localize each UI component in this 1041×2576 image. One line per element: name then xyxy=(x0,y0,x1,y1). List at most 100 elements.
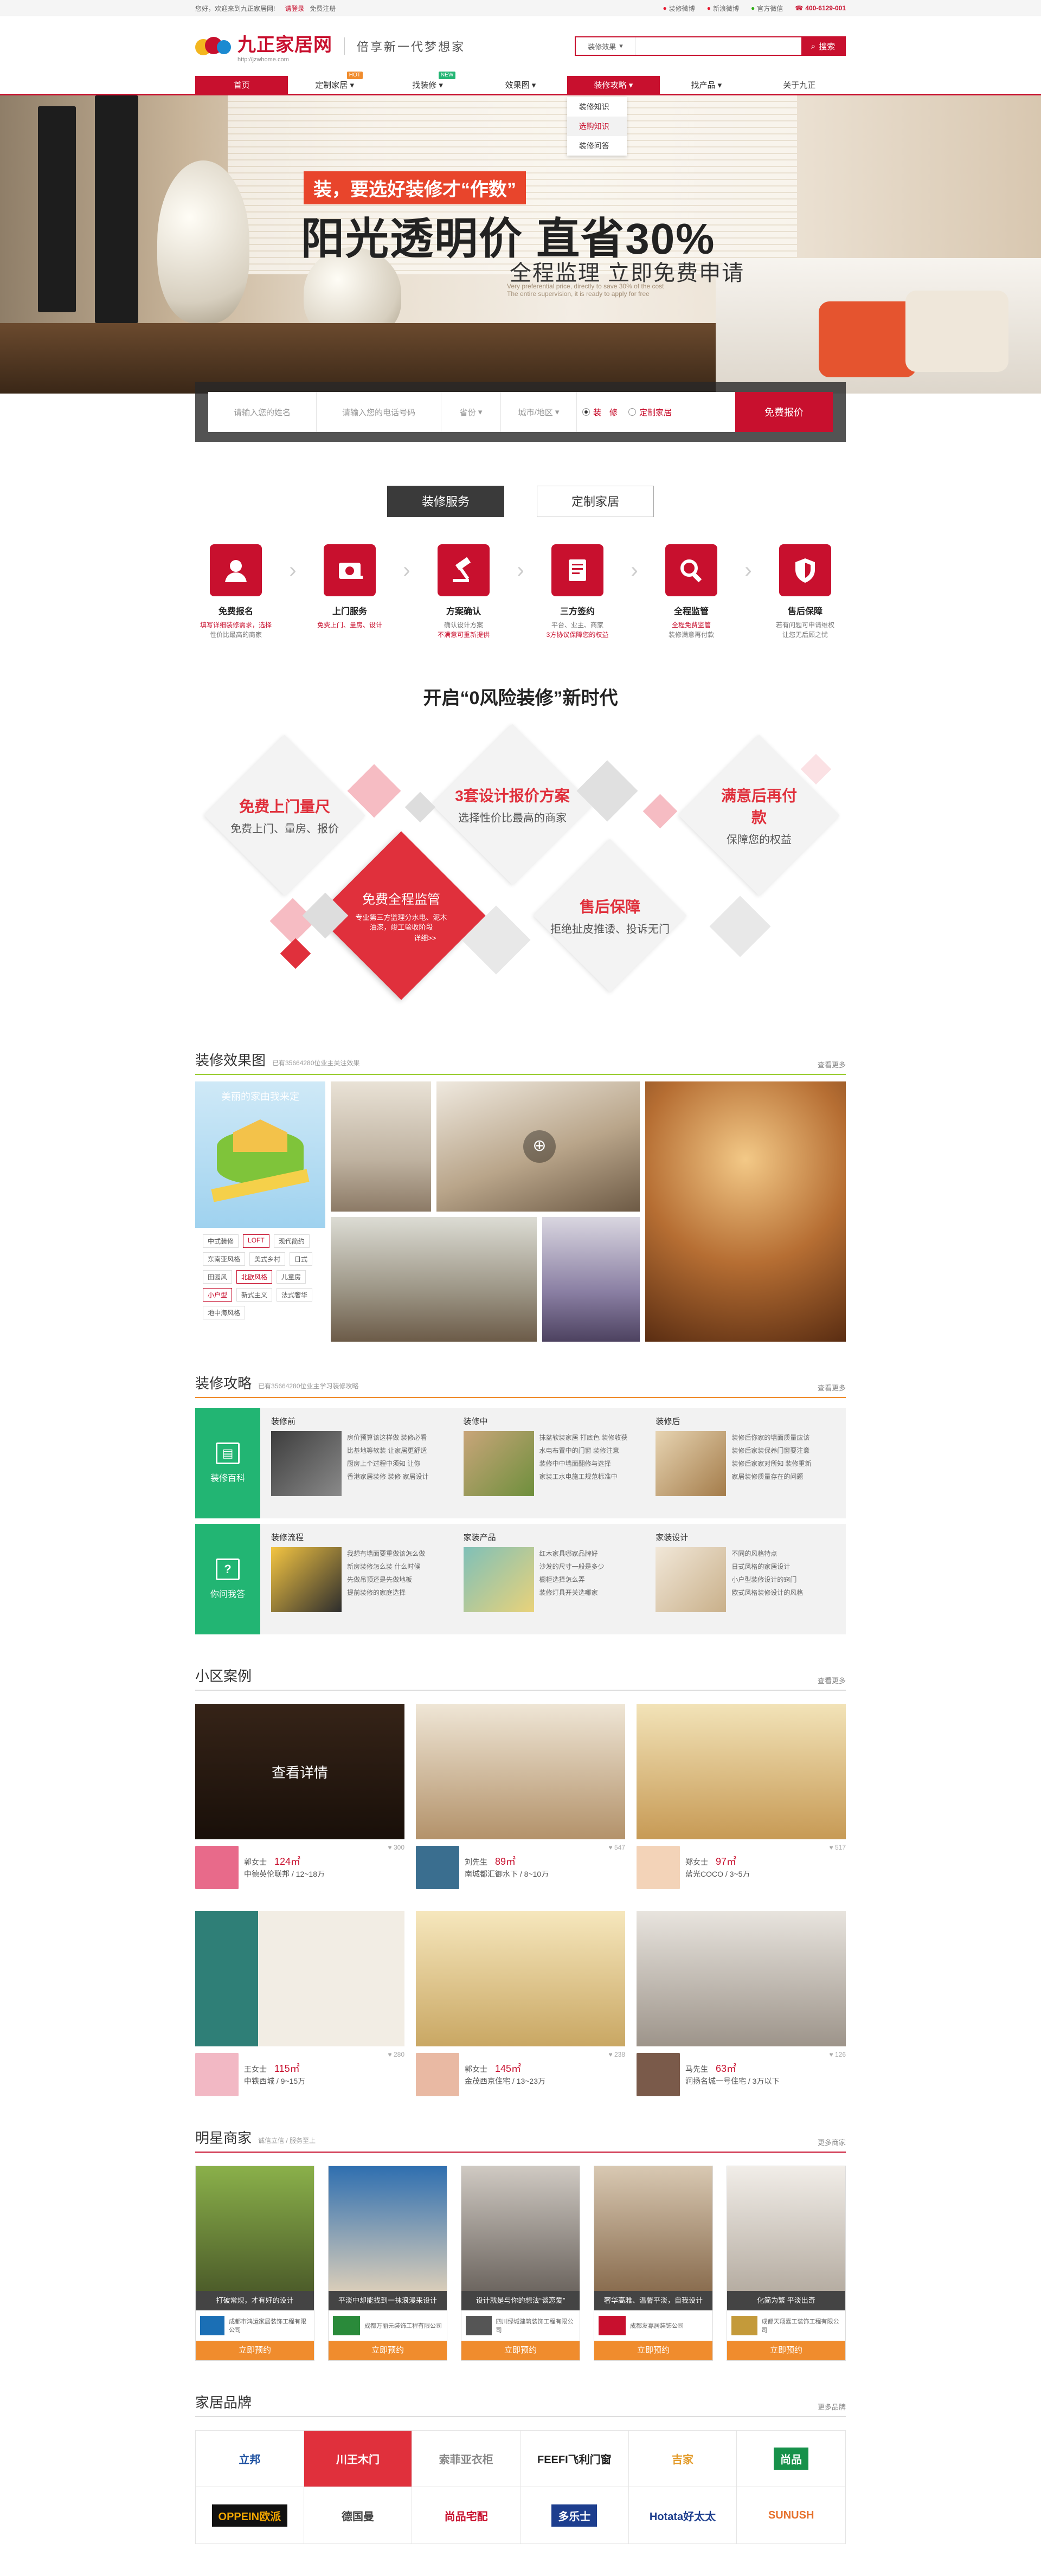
book-now-button[interactable]: 立即预约 xyxy=(461,2341,580,2360)
book-now-button[interactable]: 立即预约 xyxy=(594,2341,712,2360)
guide-article-link[interactable]: 提前装修的家庭选择 xyxy=(347,1586,425,1599)
guide-article-link[interactable]: 红木家具哪家品牌好 xyxy=(539,1547,605,1560)
detail-link[interactable]: 详细>> xyxy=(355,932,447,943)
guide-article-link[interactable]: 厨房上个过程中须知 让你 xyxy=(347,1457,429,1470)
guide-side-tab[interactable]: ▤ 装修百科 xyxy=(195,1408,260,1518)
zoom-icon[interactable]: ⊕ xyxy=(523,1130,556,1163)
guide-article-link[interactable]: 家居装修质量存在的问题 xyxy=(731,1470,811,1483)
brand-logo[interactable]: 尚品宅配 xyxy=(412,2487,520,2543)
merchant-photo[interactable] xyxy=(329,2166,447,2291)
guide-more-link[interactable]: 查看更多 xyxy=(818,1382,846,1393)
guide-column-title[interactable]: 装修流程 xyxy=(271,1531,456,1543)
case-photo[interactable] xyxy=(637,1911,846,2046)
style-tag[interactable]: LOFT xyxy=(243,1234,269,1248)
brand-logo[interactable]: SUNUSH xyxy=(737,2487,845,2543)
guide-article-link[interactable]: 新房装修怎么装 什么时候 xyxy=(347,1560,425,1573)
merchant-photo[interactable] xyxy=(594,2166,712,2291)
radio-decor[interactable]: 装 修 xyxy=(577,407,623,418)
like-count[interactable]: ♥ 517 xyxy=(830,1844,846,1851)
guide-column-title[interactable]: 装修前 xyxy=(271,1415,456,1427)
guide-column-title[interactable]: 家装产品 xyxy=(464,1531,648,1543)
style-tag[interactable]: 东南亚风格 xyxy=(203,1252,246,1266)
like-count[interactable]: ♥ 238 xyxy=(609,2051,625,2058)
merchant-card[interactable]: 打破常规，才有好的设计 成都市鸿运家居装饰工程有限公司 立即预约 xyxy=(195,2166,314,2361)
case-card[interactable]: 马先生 63㎡ 润扬名城一号住宅 / 3万以下 ♥ 126 xyxy=(637,1911,846,2096)
effect-more-link[interactable]: 查看更多 xyxy=(818,1059,846,1070)
guide-article-link[interactable]: 装修后家装保养门窗要注意 xyxy=(731,1444,811,1457)
brand-logo[interactable]: 立邦 xyxy=(196,2431,304,2487)
brand-logo[interactable]: 多乐士 xyxy=(520,2487,629,2543)
nav-products[interactable]: 找产品 ▾ xyxy=(660,76,753,95)
style-tag[interactable]: 小户型 xyxy=(203,1288,233,1302)
guide-article-link[interactable]: 不同的风格特点 xyxy=(731,1547,803,1560)
nav-guide[interactable]: 装修攻略 ▾ 装修知识 选购知识 装修问答 xyxy=(567,76,660,156)
case-photo[interactable] xyxy=(195,1911,404,2046)
brand-logo[interactable]: 德国曼 xyxy=(304,2487,413,2543)
effect-cover-image[interactable]: 美丽的家由我来定 xyxy=(195,1081,325,1228)
style-tag[interactable]: 田园风 xyxy=(203,1270,233,1284)
register-link[interactable]: 免费注册 xyxy=(310,4,336,13)
effect-photo[interactable] xyxy=(645,1081,846,1342)
effect-photo[interactable]: ⊕ xyxy=(436,1081,640,1212)
dropdown-item-qa[interactable]: 装修问答 xyxy=(567,136,627,156)
guide-thumbnail[interactable] xyxy=(463,1431,534,1496)
search-input[interactable] xyxy=(635,37,801,55)
guide-article-link[interactable]: 装修后家家对所知 装修重新 xyxy=(731,1457,811,1470)
nav-home[interactable]: 首页 xyxy=(195,76,288,95)
case-card[interactable]: 郑女士 97㎡ 蓝光COCO / 3~5万 ♥ 517 xyxy=(637,1704,846,1889)
brand-logo[interactable]: Hotata好太太 xyxy=(629,2487,737,2543)
style-tag[interactable]: 日式 xyxy=(290,1252,313,1266)
guide-article-link[interactable]: 先做吊顶还是先做地板 xyxy=(347,1573,425,1586)
style-tag[interactable]: 地中海风格 xyxy=(203,1306,246,1319)
brand-logo[interactable]: 川王木门 xyxy=(304,2431,413,2487)
merchant-card[interactable]: 设计就是与你的想法“谈恋爱” 四川绿城建筑装饰工程有限公司 立即预约 xyxy=(461,2166,580,2361)
hero-banner[interactable]: 装，要选好装修才“作数” 阳光透明价 直省30% 全程监理 立即免费申请 Ver… xyxy=(0,95,1041,394)
like-count[interactable]: ♥ 280 xyxy=(388,2051,404,2058)
case-photo[interactable] xyxy=(416,1704,625,1839)
style-tag[interactable]: 中式装修 xyxy=(203,1234,239,1248)
style-tag[interactable]: 新式主义 xyxy=(236,1288,273,1302)
brands-more-link[interactable]: 更多品牌 xyxy=(818,2401,846,2412)
book-now-button[interactable]: 立即预约 xyxy=(196,2341,314,2360)
province-select[interactable]: 省份 ▾ xyxy=(441,392,501,432)
merchant-photo[interactable] xyxy=(727,2166,845,2291)
weibo-link[interactable]: ● 装修微博 xyxy=(663,4,695,13)
merchants-more-link[interactable]: 更多商家 xyxy=(818,2137,846,2147)
guide-article-link[interactable]: 我想有墙面要重做该怎么做 xyxy=(347,1547,425,1560)
search-category-select[interactable]: 装修效果 ▾ xyxy=(576,37,635,55)
name-input[interactable]: 请输入您的姓名 xyxy=(208,392,317,432)
guide-article-link[interactable]: 抹盆软装家居 打底色 装修收获 xyxy=(539,1431,628,1444)
merchant-card[interactable]: 奢华高雅、温馨平淡，自我设计 成都友嘉居装饰公司 立即预约 xyxy=(594,2166,713,2361)
guide-article-link[interactable]: 家装工水电施工规范标准中 xyxy=(539,1470,628,1483)
guide-article-link[interactable]: 水电布置中的门窗 装修注意 xyxy=(539,1444,628,1457)
nav-effect[interactable]: 效果图 ▾ xyxy=(474,76,567,95)
brand-logo[interactable]: 吉家 xyxy=(628,2431,737,2487)
guide-column-title[interactable]: 装修后 xyxy=(656,1415,840,1427)
guide-thumbnail[interactable] xyxy=(463,1547,534,1612)
case-photo[interactable]: 查看详情 xyxy=(195,1704,404,1839)
sina-link[interactable]: ● 新浪微博 xyxy=(707,4,739,13)
guide-article-link[interactable]: 比基地等软装 让家居更舒适 xyxy=(347,1444,429,1457)
merchant-photo[interactable] xyxy=(461,2166,580,2291)
brand-logo[interactable]: OPPEIN欧派 xyxy=(196,2487,304,2543)
guide-thumbnail[interactable] xyxy=(656,1431,727,1496)
like-count[interactable]: ♥ 300 xyxy=(388,1844,404,1851)
wechat-link[interactable]: ● 官方微信 xyxy=(751,4,783,13)
nav-find-decor[interactable]: 找装修 ▾ NEW xyxy=(381,72,474,95)
guide-column-title[interactable]: 装修中 xyxy=(464,1415,648,1427)
brand-logo[interactable]: 尚品 xyxy=(737,2431,845,2487)
guide-article-link[interactable]: 小户型装修设计的窍门 xyxy=(731,1573,803,1586)
effect-photo[interactable] xyxy=(331,1081,431,1212)
guide-thumbnail[interactable] xyxy=(271,1547,342,1612)
guide-article-link[interactable]: 欧式风格装修设计的风格 xyxy=(731,1586,803,1599)
radio-custom[interactable]: 定制家居 xyxy=(623,407,677,418)
style-tag[interactable]: 北欧风格 xyxy=(236,1270,273,1284)
case-card[interactable]: 查看详情 郭女士 124㎡ 中德英伦联邦 / 12~18万 ♥ 300 xyxy=(195,1704,404,1889)
case-card[interactable]: 郭女士 145㎡ 金茂西京住宅 / 13~23万 ♥ 238 xyxy=(416,1911,625,2096)
style-tag[interactable]: 现代简约 xyxy=(273,1234,310,1248)
like-count[interactable]: ♥ 547 xyxy=(609,1844,625,1851)
view-detail-overlay[interactable]: 查看详情 xyxy=(195,1704,404,1839)
free-quote-button[interactable]: 免费报价 xyxy=(735,392,833,432)
guide-article-link[interactable]: 房价预算该这样做 装修必看 xyxy=(347,1431,429,1444)
merchant-photo[interactable] xyxy=(196,2166,314,2291)
